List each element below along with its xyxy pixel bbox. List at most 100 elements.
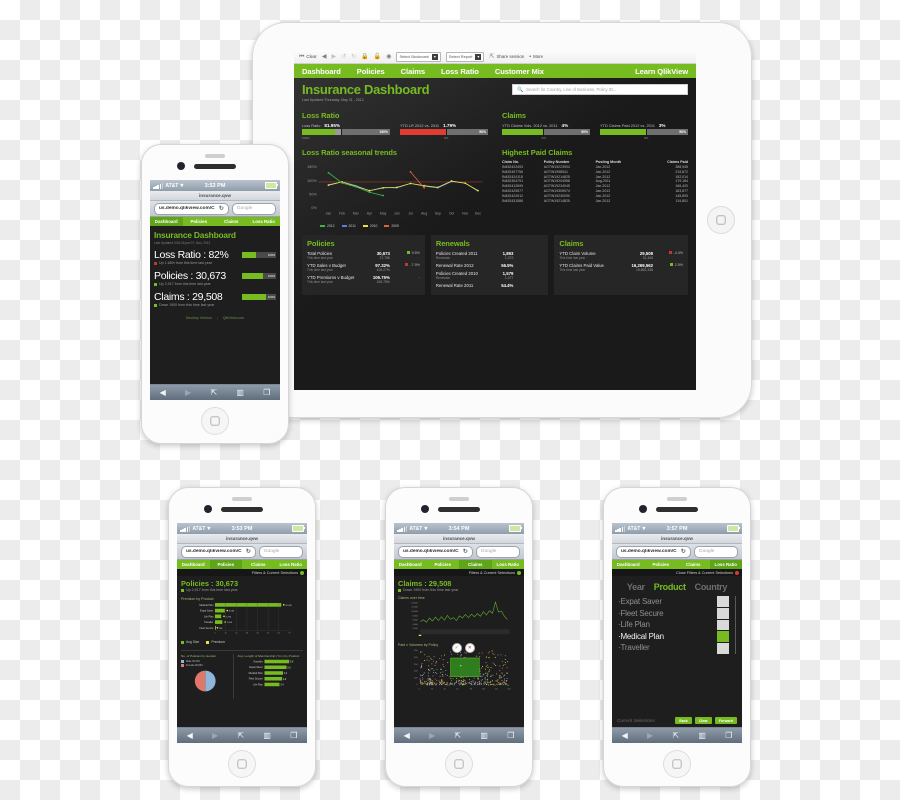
redo-icon[interactable]: ↻	[351, 54, 356, 60]
filter-option[interactable]: ·Fleet Secure	[618, 608, 711, 620]
unlock-icon[interactable]: 🔓	[374, 54, 381, 60]
tab-customer-mix[interactable]: Customer Mix	[495, 67, 544, 76]
filter-scroll-track[interactable]	[717, 596, 729, 654]
nav-tab-dashboard[interactable]: Dashboard	[612, 560, 645, 569]
nav-tab-policies[interactable]: Policies	[183, 217, 216, 226]
iphone-home-button[interactable]	[201, 407, 229, 435]
forward-icon[interactable]: ▶	[647, 731, 653, 740]
share-icon[interactable]: ⇱	[210, 388, 217, 397]
reload-icon[interactable]: ↻	[246, 548, 251, 555]
forward-icon[interactable]: ▶	[429, 731, 435, 740]
paid-v-volumes-scatter[interactable]: 500 400 300 200 100 0 0 20 40 60 80 100 120 140	[398, 647, 520, 691]
tab-claims[interactable]: Claims	[401, 67, 425, 76]
membership-by-product-chart[interactable]: Traveller Expat Saver Medical Plan Fleet S…	[237, 658, 303, 688]
select-report-dropdown[interactable]: Select Report ▾	[445, 51, 485, 62]
back-button[interactable]: Back	[675, 717, 692, 724]
lock-icon[interactable]: 🔒	[361, 54, 368, 60]
iphone-home-button[interactable]	[663, 750, 691, 778]
gender-pie-chart[interactable]	[181, 668, 229, 694]
search-input[interactable]: 🔍 Search for Country, Line of Business, …	[512, 84, 688, 95]
nav-tab-policies[interactable]: Policies	[645, 560, 678, 569]
tabs-icon[interactable]: ❐	[263, 388, 270, 397]
tabs-icon[interactable]: ❐	[725, 731, 732, 740]
filters-bar[interactable]: Filters & Current Selections	[177, 569, 307, 576]
check-icon[interactable]: ✓	[451, 643, 462, 653]
filter-option[interactable]: ·Medical Plan	[618, 631, 711, 643]
tabs-icon[interactable]: ❐	[507, 731, 514, 740]
share-icon[interactable]: ⇱	[454, 731, 461, 740]
filter-option[interactable]: ·Traveller	[618, 642, 711, 654]
clear-button[interactable]: ⏮ Clear	[299, 54, 317, 60]
close-icon[interactable]: ✕	[464, 643, 475, 653]
desktop-version-link[interactable]: Desktop Version	[186, 316, 212, 320]
filter-tab-year[interactable]: Year	[627, 582, 645, 592]
bookmarks-icon[interactable]: ▥	[236, 388, 244, 397]
back-icon[interactable]: ◀	[187, 731, 193, 740]
share-icon[interactable]: ⇱	[672, 731, 679, 740]
learn-qlikview-link[interactable]: Learn QlikView	[635, 67, 688, 76]
forward-icon[interactable]: ▶	[212, 731, 218, 740]
filters-toggle-icon[interactable]	[300, 570, 304, 575]
url-input[interactable]: us.demo.qlikview.com/C ↻	[181, 545, 256, 558]
filter-option[interactable]: ·Expat Saver	[618, 596, 711, 608]
nav-tab-dashboard[interactable]: Dashboard	[150, 217, 183, 226]
back-arrow-icon[interactable]: ◀	[322, 54, 327, 60]
share-session-button[interactable]: ⇱ Share session	[489, 54, 524, 60]
back-icon[interactable]: ◀	[160, 388, 166, 397]
filter-option[interactable]: ·Life Plan	[618, 619, 711, 631]
nav-tab-claims[interactable]: Claims	[215, 217, 248, 226]
tab-policies[interactable]: Policies	[357, 67, 385, 76]
close-icon[interactable]	[735, 570, 739, 575]
search-input[interactable]: Google	[258, 545, 303, 558]
product-filter-list[interactable]: ·Expat Saver ·Fleet Secure ·Life Plan ·Medi…	[618, 596, 711, 654]
forward-button[interactable]: Forward	[714, 717, 737, 724]
bookmarks-icon[interactable]: ▥	[263, 731, 271, 740]
reload-icon[interactable]: ↻	[681, 548, 686, 555]
forward-arrow-icon[interactable]: ▶	[332, 54, 337, 60]
tab-loss-ratio[interactable]: Loss Ratio	[441, 67, 479, 76]
search-input[interactable]: Google	[231, 202, 276, 215]
share-icon[interactable]: ⇱	[237, 731, 244, 740]
url-input[interactable]: us.demo.qlikview.com/C ↻	[398, 545, 473, 558]
tab-dashboard[interactable]: Dashboard	[302, 67, 341, 82]
nav-tab-loss-ratio[interactable]: Loss Ratio	[492, 560, 525, 569]
table-row[interactable]: IN452431586 AGTW19214825 Jan-2012 119,801	[502, 198, 688, 203]
nav-tab-loss-ratio[interactable]: Loss Ratio	[248, 217, 281, 226]
highest-paid-claims-table[interactable]: Claim No. Policy Number Posting Month Cl…	[502, 160, 688, 203]
nav-tab-policies[interactable]: Policies	[209, 560, 242, 569]
tabs-icon[interactable]: ❐	[290, 731, 297, 740]
filter-tab-product[interactable]: Product	[654, 582, 686, 592]
premium-by-product-chart[interactable]: Medical Plan Expat Saver Life Plan Travell…	[181, 601, 303, 637]
close-filters-bar[interactable]: Close Filters & Current Selections	[612, 569, 742, 576]
nav-tab-claims[interactable]: Claims	[459, 560, 492, 569]
bookmarks-icon[interactable]: ▥	[480, 731, 488, 740]
qlikview-site-link[interactable]: QlikView.com	[223, 316, 245, 320]
select-bookmark-dropdown[interactable]: Select Bookmark ▾	[396, 51, 441, 62]
back-icon[interactable]: ◀	[622, 731, 628, 740]
search-input[interactable]: Google	[475, 545, 520, 558]
help-icon[interactable]: ◉	[386, 54, 391, 60]
url-input[interactable]: us.demo.qlikview.com/C ↻	[616, 545, 691, 558]
ipad-home-button[interactable]	[707, 206, 735, 234]
iphone-home-button[interactable]	[445, 750, 473, 778]
more-button[interactable]: • More	[529, 54, 543, 60]
reload-icon[interactable]: ↻	[219, 205, 224, 212]
filters-bar[interactable]: Filters & Current Selections	[394, 569, 524, 576]
nav-tab-claims[interactable]: Claims	[242, 560, 275, 569]
nav-tab-claims[interactable]: Claims	[677, 560, 710, 569]
back-icon[interactable]: ◀	[404, 731, 410, 740]
claims-over-time-chart[interactable]: 14,000 12,000 10,000 8,000 6,000 4,000 2,000	[398, 600, 520, 636]
nav-tab-loss-ratio[interactable]: Loss Ratio	[709, 560, 742, 569]
undo-icon[interactable]: ↺	[341, 54, 346, 60]
forward-icon[interactable]: ▶	[185, 388, 191, 397]
search-input[interactable]: Google	[693, 545, 738, 558]
nav-tab-dashboard[interactable]: Dashboard	[177, 560, 210, 569]
url-input[interactable]: us.demo.qlikview.com/C ↻	[154, 202, 229, 215]
reload-icon[interactable]: ↻	[463, 548, 468, 555]
bookmarks-icon[interactable]: ▥	[698, 731, 706, 740]
nav-tab-loss-ratio[interactable]: Loss Ratio	[275, 560, 308, 569]
iphone-home-button[interactable]	[228, 750, 256, 778]
clear-button[interactable]: Clear	[694, 717, 712, 724]
nav-tab-policies[interactable]: Policies	[427, 560, 460, 569]
nav-tab-dashboard[interactable]: Dashboard	[394, 560, 427, 569]
